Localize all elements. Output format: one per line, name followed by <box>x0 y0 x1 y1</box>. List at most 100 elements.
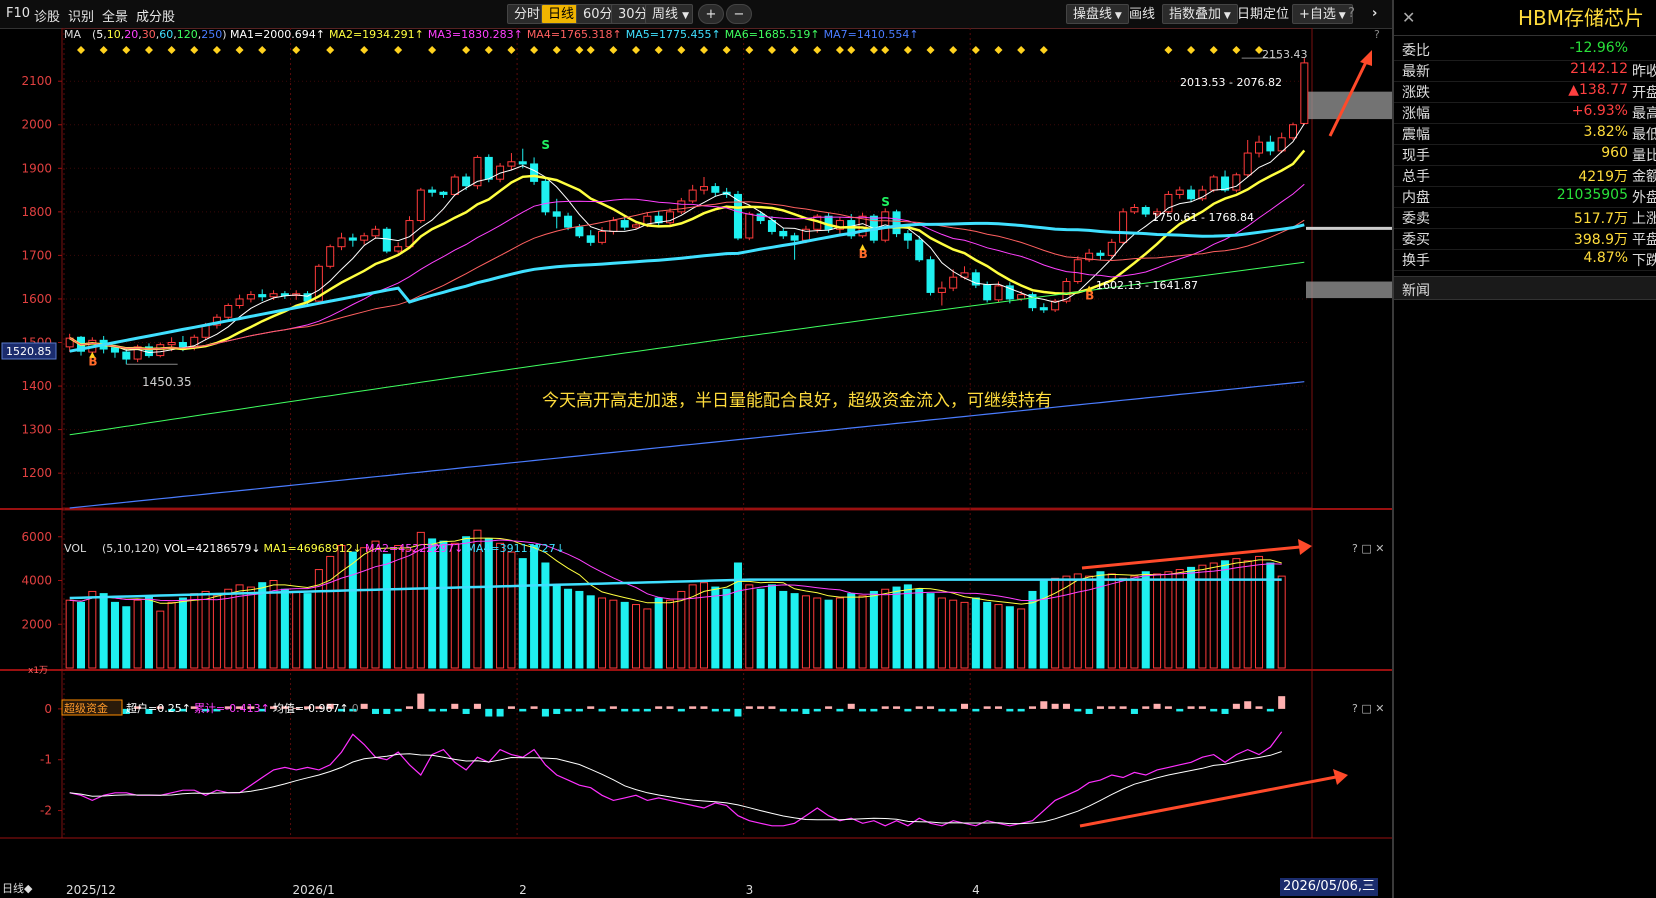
volume-bar <box>892 586 901 669</box>
fund-bar <box>1040 701 1048 709</box>
volume-bar <box>88 590 97 669</box>
fund-bar <box>553 708 561 714</box>
index-overlay-button[interactable]: 指数叠加 ▼ <box>1162 4 1238 24</box>
fund-panel-controls[interactable]: ? □ ✕ <box>1352 702 1384 715</box>
volume-bar <box>439 540 448 669</box>
candle-body <box>541 180 550 213</box>
fund-bar <box>1074 708 1082 712</box>
fund-panel-frame <box>61 669 1313 839</box>
signal-diamond <box>552 46 561 54</box>
trade-line-label: 操盘线 <box>1073 7 1113 22</box>
volume-bar <box>1073 573 1082 669</box>
candle-body <box>1039 307 1048 311</box>
signal-diamond <box>507 46 516 54</box>
price-tick-label: 2100 <box>21 74 52 88</box>
signal-diamond <box>926 46 935 54</box>
candle-body <box>586 235 595 243</box>
fund-bar <box>1278 696 1286 709</box>
period-tab-daily[interactable]: 日线 <box>541 4 582 24</box>
period-tab-weekly[interactable]: 周线 ▼ <box>645 4 693 24</box>
vol-panel-controls[interactable]: ? □ ✕ <box>1352 542 1384 555</box>
fund-bar <box>1255 706 1263 709</box>
candle-body <box>1255 141 1264 154</box>
help-icon[interactable]: ? <box>1374 28 1380 41</box>
period-indicator[interactable]: 日线◆ <box>2 881 33 895</box>
fund-bar <box>473 703 481 709</box>
news-tab[interactable]: 新闻 <box>1394 276 1656 300</box>
volume-bar <box>76 601 86 669</box>
quote-next-label: 开盘 <box>1632 85 1656 101</box>
zoom-out-button[interactable]: − <box>726 4 752 24</box>
zoom-in-button[interactable]: + <box>698 4 724 24</box>
volume-bar <box>1164 571 1173 669</box>
candle-body <box>745 213 754 239</box>
volume-bar <box>711 586 720 669</box>
vol-legend-head[interactable]: VOL <box>64 542 87 555</box>
f10-button[interactable]: F10 <box>6 6 30 21</box>
fund-bar <box>734 708 742 717</box>
volume-bar <box>869 590 878 669</box>
fund-bar <box>836 708 844 712</box>
candle-body <box>450 176 459 195</box>
volume-bar <box>756 588 765 669</box>
nav-item-constituents[interactable]: 成分股 <box>136 6 175 25</box>
quote-label: 内盘 <box>1402 190 1430 206</box>
volume-bar <box>190 593 199 669</box>
candle-body <box>416 189 425 222</box>
volume-bar <box>235 584 244 669</box>
volume-bar <box>178 597 187 669</box>
signal-diamond <box>745 46 754 54</box>
ma-legend-head[interactable]: MA <box>64 28 81 41</box>
fund-bar <box>507 706 515 709</box>
ma-legend-values: MA1=2000.694↑ MA2=1934.291↑ MA3=1830.283↑ M… <box>230 28 919 41</box>
fund-tick-label: -1 <box>40 753 52 767</box>
fund-arrow-head <box>1333 769 1348 785</box>
volume-bar <box>1062 575 1071 669</box>
x-axis-label: 3 <box>746 883 754 897</box>
price-arrow-head <box>1360 50 1372 66</box>
quote-value: +6.93% <box>1571 103 1628 119</box>
volume-bar <box>745 584 754 669</box>
trade-line-button[interactable]: 操盘线 ▼ <box>1066 4 1129 24</box>
nav-item-diagnose[interactable]: 诊股 <box>34 6 60 25</box>
signal-diamond <box>767 46 776 54</box>
sell-marker: S <box>881 195 890 209</box>
volume-bar <box>530 545 539 669</box>
quote-next-label: 昨收 <box>1632 64 1656 80</box>
add-watchlist-button[interactable]: +自选 ▼ <box>1292 4 1353 24</box>
help-icon[interactable]: ? <box>1348 6 1355 21</box>
candle-body <box>122 351 131 360</box>
quote-value: -12.96% <box>1569 40 1628 56</box>
draw-line-button[interactable]: 画线 <box>1122 4 1162 24</box>
ma-legend-params: (5,10,20,30,60,120,250) <box>92 28 227 41</box>
candle-body <box>371 228 380 237</box>
analysis-annotation: 今天高开高走加速，半日量能配合良好，超级资金流入，可继续持有 <box>542 391 1052 411</box>
fund-bar <box>1119 706 1127 709</box>
zone-low <box>1306 281 1392 299</box>
fund-bar <box>927 706 935 709</box>
fund-legend-head: 超级资金 <box>64 701 108 715</box>
candle-body <box>530 163 539 182</box>
candle-body <box>1073 259 1082 283</box>
candle-body <box>428 189 437 193</box>
volume-bar <box>598 597 607 669</box>
signal-diamond <box>994 46 1003 54</box>
candle-body <box>235 298 244 306</box>
fund-tick-label: -2 <box>40 804 52 818</box>
price-tick-label: 2000 <box>21 118 52 132</box>
volume-bar <box>1221 560 1230 669</box>
fund-bar <box>496 708 504 717</box>
date-locate-button[interactable]: 日期定位 <box>1230 4 1296 24</box>
signal-diamond <box>881 46 890 54</box>
quote-label: 震幅 <box>1402 127 1430 143</box>
fund-bar <box>961 703 969 709</box>
vol-legend-params: (5,10,120) <box>102 542 160 555</box>
collapse-panel-icon[interactable]: › <box>1372 6 1377 21</box>
signal-diamond <box>292 46 301 54</box>
nav-item-recognize[interactable]: 识别 <box>68 6 94 25</box>
candle-body <box>110 347 119 353</box>
candle-body <box>575 226 584 237</box>
signal-diamond <box>1017 46 1026 54</box>
nav-item-panorama[interactable]: 全景 <box>102 6 128 25</box>
signal-diamond <box>1187 46 1196 54</box>
